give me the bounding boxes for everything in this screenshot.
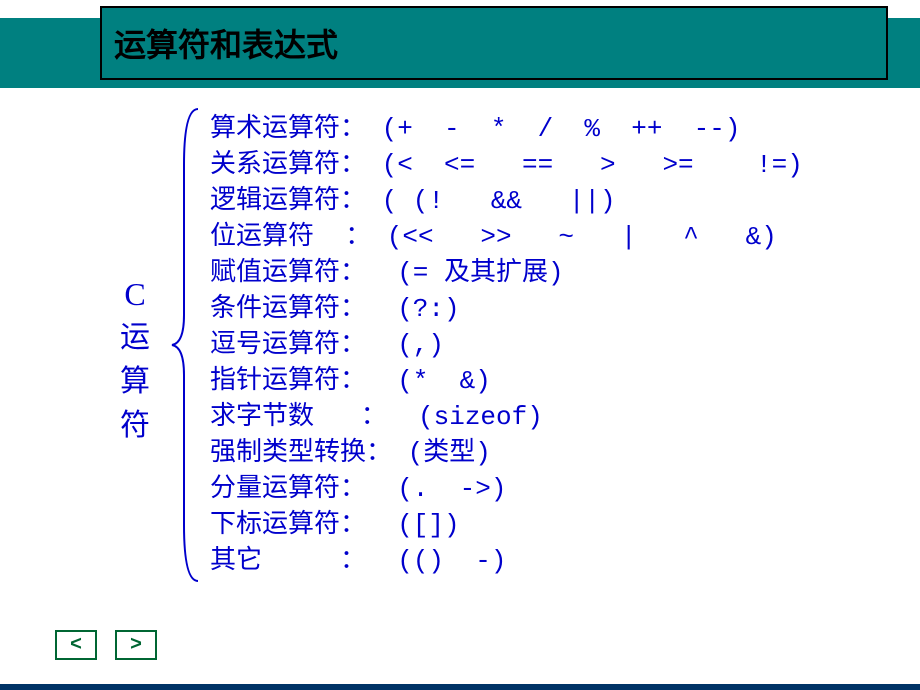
list-item: 下标运算符： ([]) [210, 507, 900, 543]
list-item: 指针运算符： (* &) [210, 363, 900, 399]
label-c: C [100, 272, 170, 316]
list-item: 其它 ： (() -) [210, 543, 900, 579]
list-item: 逗号运算符： (,) [210, 327, 900, 363]
content-area: C 运 算 符 算术运算符： (+ - * / % ++ --) 关系运算符： … [100, 105, 900, 585]
category-label: C 运 算 符 [100, 242, 170, 448]
brace-icon [170, 105, 202, 585]
list-item: 求字节数 ： (sizeof) [210, 399, 900, 435]
list-item: 分量运算符： (. ->) [210, 471, 900, 507]
bottom-edge [0, 684, 920, 690]
list-item: 赋值运算符： (= 及其扩展) [210, 255, 900, 291]
list-item: 条件运算符： (?:) [210, 291, 900, 327]
label-line1: 运 [100, 316, 170, 360]
operator-list: 算术运算符： (+ - * / % ++ --) 关系运算符： (< <= ==… [202, 111, 900, 579]
nav-buttons: < > [55, 630, 157, 660]
prev-button[interactable]: < [55, 630, 97, 660]
title-box: 运算符和表达式 [100, 6, 888, 80]
list-item: 算术运算符： (+ - * / % ++ --) [210, 111, 900, 147]
list-item: 逻辑运算符： ( (! && ||) [210, 183, 900, 219]
list-item: 关系运算符： (< <= == > >= !=) [210, 147, 900, 183]
label-line3: 符 [100, 404, 170, 448]
next-button[interactable]: > [115, 630, 157, 660]
label-line2: 算 [100, 360, 170, 404]
list-item: 位运算符 ： (<< >> ~ | ^ &) [210, 219, 900, 255]
page-title: 运算符和表达式 [114, 20, 338, 66]
list-item: 强制类型转换： (类型) [210, 435, 900, 471]
